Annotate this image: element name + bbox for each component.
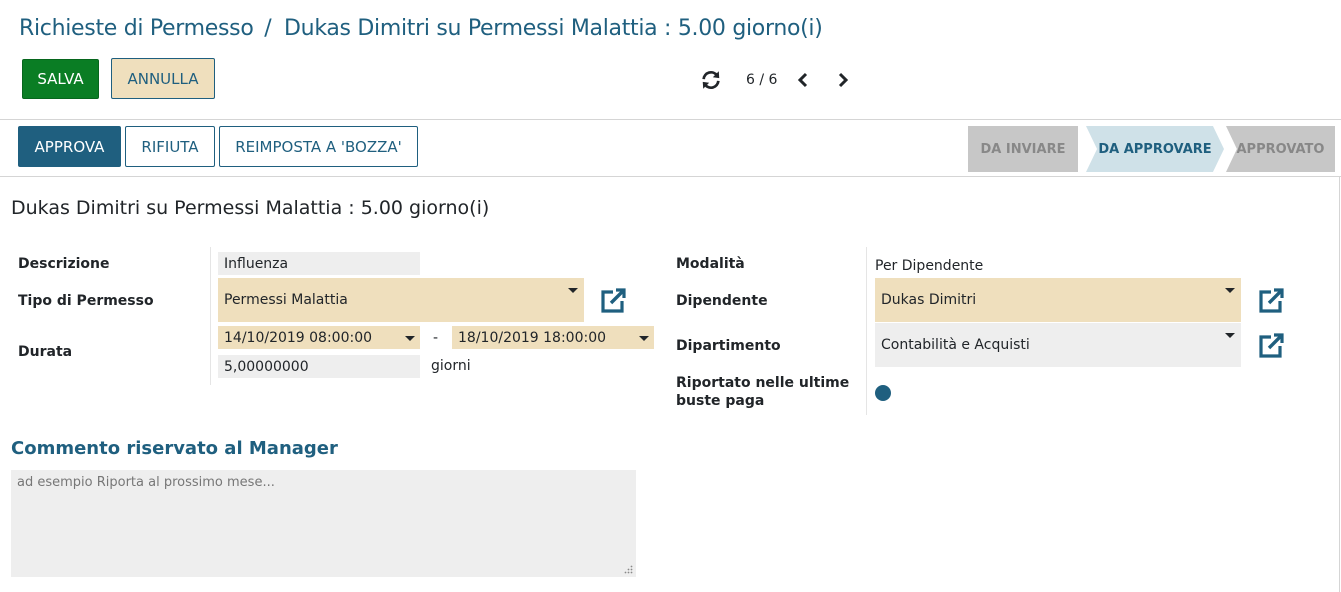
description-label: Descrizione — [18, 256, 110, 272]
refuse-button[interactable]: RIFIUTA — [125, 126, 215, 167]
stage-approved[interactable]: APPROVATO — [1226, 126, 1335, 172]
duration-label: Durata — [18, 344, 73, 360]
sheet-border — [1339, 177, 1340, 592]
right-group-divider — [866, 247, 867, 415]
breadcrumb-separator: / — [264, 16, 272, 41]
leave-type-label: Tipo di Permesso — [18, 293, 154, 309]
reset-to-draft-button[interactable]: REIMPOSTA A 'BOZZA' — [219, 126, 418, 167]
pager-value[interactable]: 6 / 6 — [746, 72, 777, 88]
caret-down-icon — [568, 288, 578, 293]
date-from-value: 14/10/2019 08:00:00 — [224, 329, 373, 346]
days-field[interactable]: 5,00000000 — [218, 355, 420, 378]
caret-down-icon — [1225, 333, 1235, 338]
employee-select[interactable]: Dukas Dimitri — [875, 278, 1241, 322]
left-group-divider — [210, 247, 211, 385]
leave-type-value: Permessi Malattia — [224, 292, 348, 308]
date-from-field[interactable]: 14/10/2019 08:00:00 — [218, 326, 420, 349]
resize-grip-icon[interactable] — [624, 565, 633, 574]
breadcrumb-parent-link[interactable]: Richieste di Permesso — [19, 16, 254, 41]
date-to-value: 18/10/2019 18:00:00 — [458, 329, 607, 346]
mode-value[interactable]: Per Dipendente — [875, 258, 983, 274]
caret-down-icon — [405, 336, 415, 341]
manager-note-title: Commento riservato al Manager — [11, 438, 338, 459]
approve-button[interactable]: APPROVA — [18, 126, 121, 167]
record-title: Dukas Dimitri su Permessi Malattia : 5.0… — [11, 197, 490, 219]
external-link-icon[interactable] — [598, 286, 628, 316]
department-select[interactable]: Contabilità e Acquisti — [875, 323, 1241, 367]
mode-label: Modalità — [676, 256, 745, 272]
pager-previous-button[interactable] — [795, 70, 811, 90]
breadcrumb: Richieste di Permesso / Dukas Dimitri su… — [19, 16, 823, 41]
chevron-left-icon — [798, 72, 808, 88]
department-label: Dipartimento — [676, 338, 781, 354]
external-link-icon[interactable] — [1256, 286, 1286, 316]
pager-next-button[interactable] — [835, 70, 851, 90]
chevron-right-icon — [839, 72, 849, 88]
description-field[interactable]: Influenza — [218, 252, 420, 275]
payslip-reported-label: Riportato nelle ultime buste paga — [676, 375, 850, 409]
caret-down-icon — [1225, 288, 1235, 293]
date-to-field[interactable]: 18/10/2019 18:00:00 — [452, 326, 654, 349]
stage-to-submit[interactable]: DA INVIARE — [968, 126, 1078, 172]
manager-note-textarea[interactable] — [11, 470, 636, 577]
breadcrumb-current: Dukas Dimitri su Permessi Malattia : 5.0… — [284, 16, 823, 41]
payslip-reported-indicator[interactable] — [875, 385, 891, 401]
save-button[interactable]: SALVA — [22, 59, 99, 99]
form-statusbar: APPROVA RIFIUTA REIMPOSTA A 'BOZZA' DA I… — [0, 119, 1341, 177]
caret-down-icon — [639, 336, 649, 341]
employee-label: Dipendente — [676, 293, 768, 309]
leave-type-select[interactable]: Permessi Malattia — [218, 278, 584, 322]
days-unit: giorni — [431, 358, 471, 374]
discard-button[interactable]: ANNULLA — [111, 58, 215, 99]
external-link-icon[interactable] — [1256, 331, 1286, 361]
stage-to-approve[interactable]: DA APPROVARE — [1086, 126, 1224, 172]
date-range-separator: - — [433, 330, 439, 346]
pager: 6 / 6 — [700, 68, 851, 92]
refresh-icon[interactable] — [700, 69, 722, 91]
employee-value: Dukas Dimitri — [881, 292, 977, 308]
department-value: Contabilità e Acquisti — [881, 337, 1030, 353]
